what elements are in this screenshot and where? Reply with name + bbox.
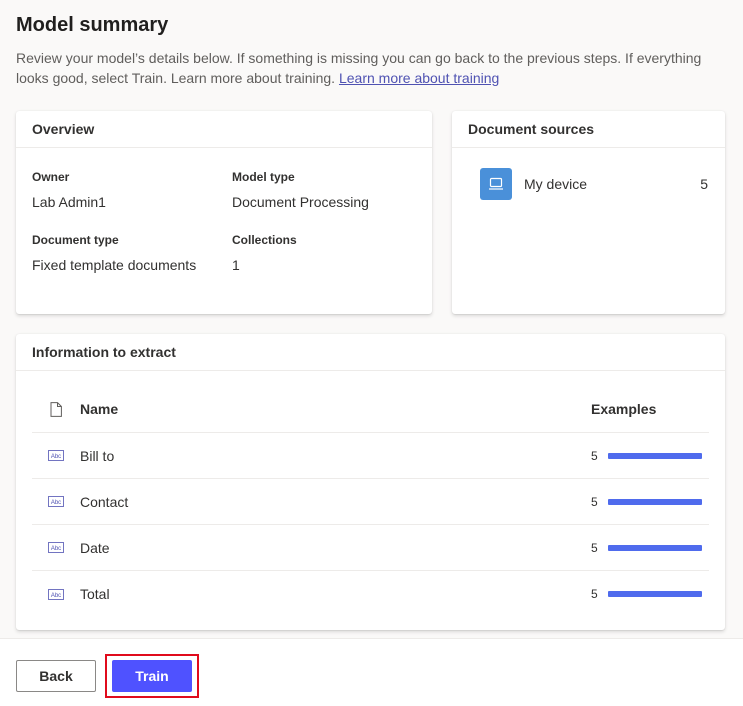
examples-bar — [607, 544, 702, 551]
table-row[interactable]: Abc Bill to 5 — [32, 433, 709, 479]
extract-header: Information to extract — [16, 334, 725, 371]
table-row[interactable]: Abc Contact 5 — [32, 479, 709, 525]
text-field-icon: Abc — [32, 496, 80, 507]
field-value: Lab Admin1 — [32, 194, 106, 210]
laptop-icon — [480, 168, 512, 200]
footer-bar: Back Train — [0, 638, 743, 706]
examples-count: 5 — [591, 587, 598, 601]
field-value: 1 — [232, 257, 240, 273]
field-document-type: Document type Fixed template documents — [32, 233, 196, 273]
text-field-icon: Abc — [32, 588, 80, 600]
examples-count: 5 — [591, 540, 598, 555]
svg-text:Abc: Abc — [51, 500, 61, 506]
source-name: My device — [524, 176, 588, 192]
field-owner: Owner Lab Admin1 — [32, 170, 106, 210]
document-sources-card: Document sources My device 5 — [452, 111, 725, 314]
field-collections: Collections 1 — [232, 233, 297, 273]
page-description: Review your model’s details below. If so… — [16, 48, 726, 88]
examples-bar — [607, 591, 702, 597]
column-header-name[interactable]: Name — [80, 401, 591, 417]
row-name: Date — [80, 539, 110, 556]
examples-bar-fill — [607, 452, 702, 459]
table-row[interactable]: Abc Total 5 — [32, 571, 709, 617]
row-name: Total — [80, 586, 110, 602]
row-examples: 5 — [591, 541, 709, 555]
page-title: Model summary — [16, 14, 169, 36]
examples-bar-fill — [607, 591, 702, 597]
examples-bar-fill — [607, 498, 702, 505]
field-model-type: Model type Document Processing — [232, 170, 369, 210]
document-icon — [32, 401, 80, 417]
examples-bar — [607, 452, 702, 459]
row-examples: 5 — [591, 449, 709, 463]
table-header: Name Examples — [32, 386, 709, 433]
information-to-extract-card: Information to extract Name Examples Abc… — [16, 334, 725, 630]
text-field-icon: Abc — [32, 450, 80, 461]
field-label: Document type — [32, 233, 119, 247]
examples-count: 5 — [591, 494, 598, 509]
svg-text:Abc: Abc — [51, 546, 61, 552]
svg-text:Abc: Abc — [51, 454, 61, 460]
field-label: Collections — [232, 233, 297, 247]
back-button[interactable]: Back — [16, 660, 96, 692]
examples-count: 5 — [591, 448, 598, 463]
field-label: Owner — [32, 170, 70, 184]
overview-card: Overview Owner Lab Admin1 Model type Doc… — [16, 111, 432, 314]
learn-more-link[interactable]: Learn more about training — [339, 70, 499, 86]
extract-table: Name Examples Abc Bill to 5 Abc Contact … — [32, 386, 709, 617]
row-name: Bill to — [80, 447, 115, 464]
sources-header: Document sources — [452, 111, 725, 148]
svg-text:Abc: Abc — [51, 592, 61, 598]
source-item-my-device[interactable]: My device 5 — [480, 168, 708, 200]
row-name: Contact — [80, 493, 129, 510]
examples-bar-fill — [607, 544, 702, 551]
field-value: Fixed template documents — [32, 257, 197, 273]
field-label: Model type — [232, 170, 295, 184]
table-row[interactable]: Abc Date 5 — [32, 525, 709, 571]
source-count: 5 — [700, 176, 708, 192]
row-examples: 5 — [591, 495, 709, 509]
examples-bar — [607, 498, 702, 505]
field-value: Document Processing — [232, 194, 369, 210]
row-examples: 5 — [591, 587, 709, 601]
text-field-icon: Abc — [32, 542, 80, 553]
overview-header: Overview — [16, 111, 432, 148]
train-button[interactable]: Train — [112, 660, 192, 692]
column-header-examples[interactable]: Examples — [591, 401, 709, 417]
